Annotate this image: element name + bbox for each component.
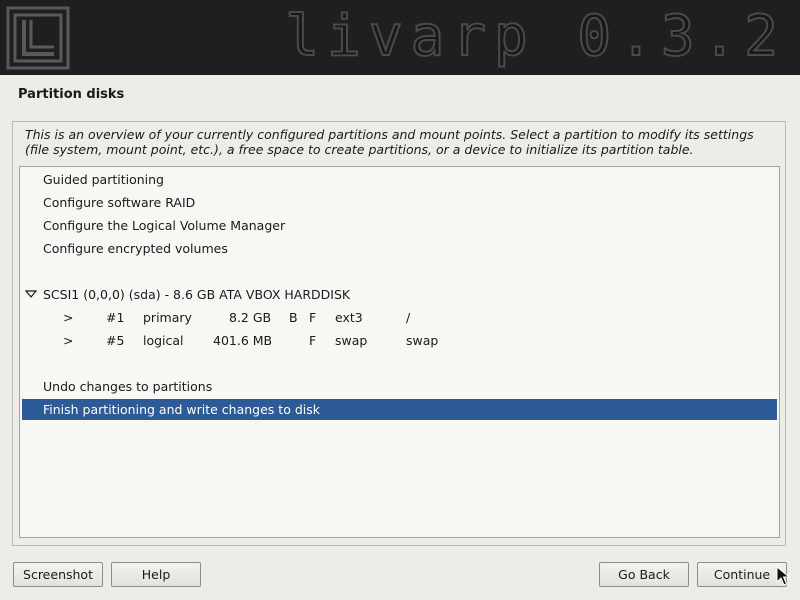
partition-filesystem: ext3 bbox=[335, 310, 363, 325]
partition-list[interactable]: Guided partitioning Configure software R… bbox=[19, 166, 780, 538]
partition-format-flag: F bbox=[309, 310, 317, 325]
list-item-configure-raid[interactable]: Configure software RAID bbox=[22, 192, 777, 213]
list-item-finish-partitioning[interactable]: Finish partitioning and write changes to… bbox=[22, 399, 777, 420]
partition-number: #1 bbox=[106, 310, 125, 325]
partition-arrow: > bbox=[63, 310, 74, 325]
continue-button[interactable]: Continue bbox=[697, 562, 787, 587]
list-item-configure-encrypted[interactable]: Configure encrypted volumes bbox=[22, 238, 777, 259]
partition-mount: swap bbox=[406, 333, 439, 348]
partition-size: 401.6 MB bbox=[213, 333, 273, 348]
partition-mount: / bbox=[406, 310, 411, 325]
livarp-logo-icon bbox=[6, 6, 70, 70]
mouse-pointer-icon bbox=[776, 566, 790, 586]
partition-row[interactable]: > #1 primary 8.2 GB B F ext3 / bbox=[22, 307, 777, 328]
partition-row[interactable]: > #5 logical 401.6 MB F swap swap bbox=[22, 330, 777, 351]
triangle-down-icon[interactable] bbox=[25, 284, 37, 305]
description-line: This is an overview of your currently co… bbox=[25, 127, 754, 142]
list-item-label: Configure the Logical Volume Manager bbox=[43, 218, 286, 233]
page-title: Partition disks bbox=[18, 87, 125, 102]
partition-size: 8.2 GB bbox=[229, 310, 272, 325]
partition-bootable-flag: B bbox=[289, 310, 298, 325]
partition-arrow: > bbox=[63, 333, 74, 348]
header-banner: livarp 0.3.2 bbox=[0, 0, 800, 75]
list-item-label: Guided partitioning bbox=[43, 172, 164, 187]
list-item-label: Configure encrypted volumes bbox=[43, 241, 228, 256]
brand-title: livarp 0.3.2 bbox=[284, 3, 786, 70]
list-item-guided-partitioning[interactable]: Guided partitioning bbox=[22, 169, 777, 190]
help-button[interactable]: Help bbox=[111, 562, 201, 587]
disk-label: SCSI1 (0,0,0) (sda) - 8.6 GB ATA VBOX HA… bbox=[43, 287, 351, 302]
partition-type: primary bbox=[143, 310, 192, 325]
list-item-undo-changes[interactable]: Undo changes to partitions bbox=[22, 376, 777, 397]
go-back-button[interactable]: Go Back bbox=[599, 562, 689, 587]
partition-type: logical bbox=[143, 333, 184, 348]
description-text: This is an overview of your currently co… bbox=[25, 127, 775, 157]
description-line: (file system, mount point, etc.), a free… bbox=[25, 142, 694, 157]
list-item-configure-lvm[interactable]: Configure the Logical Volume Manager bbox=[22, 215, 777, 236]
list-item-label: Configure software RAID bbox=[43, 195, 196, 210]
list-item-disk-sda[interactable]: SCSI1 (0,0,0) (sda) - 8.6 GB ATA VBOX HA… bbox=[22, 284, 777, 305]
screenshot-button[interactable]: Screenshot bbox=[13, 562, 103, 587]
partition-filesystem: swap bbox=[335, 333, 368, 348]
partition-number: #5 bbox=[106, 333, 125, 348]
list-item-label: Finish partitioning and write changes to… bbox=[43, 402, 320, 417]
list-item-label: Undo changes to partitions bbox=[43, 379, 213, 394]
partition-format-flag: F bbox=[309, 333, 317, 348]
